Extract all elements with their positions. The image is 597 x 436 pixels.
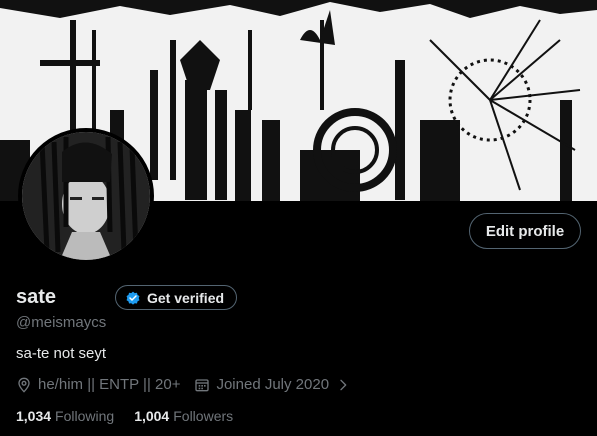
following-count: 1,034 (16, 408, 52, 424)
display-name: sate (16, 286, 57, 308)
location-icon (18, 377, 30, 393)
location-text: he/him || ENTP || 20+ (38, 376, 181, 393)
profile-meta: he/him || ENTP || 20+ Joined July 2020 (16, 376, 351, 393)
following-link[interactable]: 1,034 Following (16, 408, 114, 424)
get-verified-label: Get verified (147, 289, 225, 306)
location-item: he/him || ENTP || 20+ (16, 376, 180, 393)
followers-label: Followers (173, 408, 234, 424)
following-label: Following (55, 408, 115, 424)
joined-item[interactable]: Joined July 2020 (194, 376, 351, 393)
follow-stats: 1,034 Following 1,004 Followers (16, 408, 233, 424)
edit-profile-button[interactable]: Edit profile (469, 213, 581, 249)
user-handle: @meismaycs (16, 314, 107, 331)
calendar-icon (195, 378, 210, 391)
followers-count: 1,004 (134, 408, 170, 424)
followers-link[interactable]: 1,004 Followers (134, 408, 233, 424)
avatar-artwork (22, 132, 150, 260)
joined-text: Joined July 2020 (216, 376, 330, 393)
chevron-right-icon (340, 379, 347, 390)
get-verified-button[interactable]: Get verified (115, 285, 238, 310)
verified-badge-icon (126, 291, 140, 305)
avatar[interactable] (18, 128, 154, 264)
user-bio: sa-te not seyt (16, 345, 107, 362)
